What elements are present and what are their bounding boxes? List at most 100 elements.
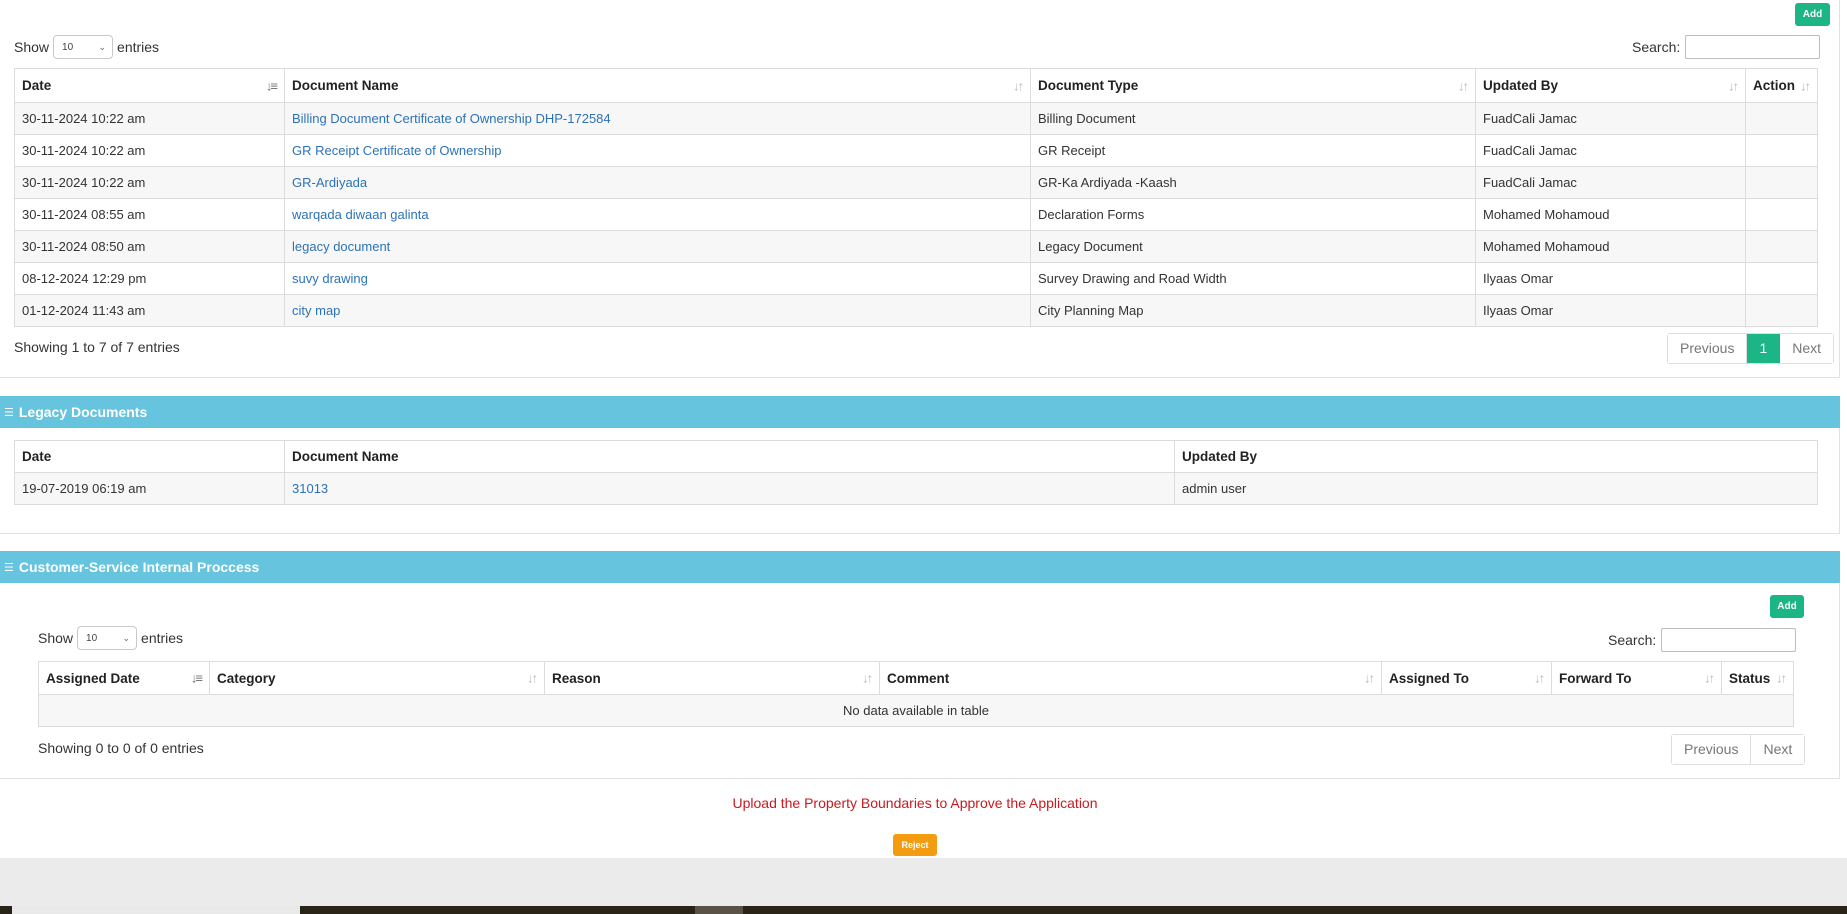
table-header-row: Date Document Name Updated By (14, 440, 1818, 473)
sort-icon: ↓↑ (1728, 78, 1739, 93)
table-row: 30-11-2024 08:55 am warqada diwaan galin… (14, 198, 1818, 231)
search-input[interactable] (1661, 628, 1797, 652)
cell-date: 30-11-2024 10:22 am (14, 102, 285, 135)
next-button[interactable]: Next (1751, 735, 1805, 764)
previous-button[interactable]: Previous (1672, 735, 1752, 764)
cell-action (1745, 166, 1818, 199)
previous-button[interactable]: Previous (1668, 334, 1748, 363)
page-size-select[interactable]: 10 ⌄ (53, 35, 114, 59)
add-process-button[interactable]: Add (1770, 595, 1804, 618)
list-icon: ☰ (4, 561, 14, 574)
column-header-action[interactable]: Action ↓↑ (1745, 68, 1818, 103)
column-header-updated-by: Updated By (1174, 440, 1818, 473)
column-header-updated-by[interactable]: Updated By ↓↑ (1475, 68, 1746, 103)
table-row: 08-12-2024 12:29 pm suvy drawing Survey … (14, 262, 1818, 295)
sort-icon: ↓↑ (1458, 78, 1469, 93)
sort-icon: ↓↑ (1013, 78, 1024, 93)
sort-icon: ↓↑ (1534, 670, 1545, 686)
cell-type: GR Receipt (1030, 134, 1476, 167)
document-link[interactable]: 31013 (292, 481, 328, 496)
sort-desc-icon: ↓≡ (190, 670, 203, 686)
table-header-row: Assigned Date ↓≡ Category ↓↑ Reason ↓↑ Comm… (38, 661, 1794, 695)
page-size-select[interactable]: 10 ⌄ (77, 626, 138, 650)
taskbar-item[interactable] (12, 906, 300, 914)
table-info: Showing 1 to 7 of 7 entries (14, 339, 180, 355)
next-button[interactable]: Next (1780, 334, 1834, 363)
cell-action (1745, 262, 1818, 295)
column-header-reason[interactable]: Reason ↓↑ (544, 661, 880, 695)
table-row: 30-11-2024 10:22 am GR Receipt Certifica… (14, 134, 1818, 167)
entries-label: entries (141, 630, 184, 646)
internal-process-panel: Add Show 10 ⌄ entries Search: Assigned D… (0, 583, 1840, 779)
cell-date: 30-11-2024 10:22 am (14, 134, 285, 167)
cell-updated-by: Mohamed Mohamoud (1475, 230, 1746, 263)
page-size-value: 10 (86, 632, 98, 644)
column-header-document-name[interactable]: Document Name ↓↑ (284, 68, 1031, 103)
pagination: Previous 1 Next (1667, 333, 1835, 364)
document-link[interactable]: suvy drawing (292, 271, 368, 286)
cell-updated-by: Mohamed Mohamoud (1475, 198, 1746, 231)
sort-icon: ↓↑ (1800, 78, 1811, 93)
search-input[interactable] (1685, 35, 1821, 59)
sort-icon: ↓↑ (527, 670, 538, 686)
approval-warning: Upload the Property Boundaries to Approv… (732, 795, 1098, 811)
column-header-assigned-date[interactable]: Assigned Date ↓≡ (38, 661, 210, 695)
table-row: 01-12-2024 11:43 am city map City Planni… (14, 294, 1818, 327)
cell-date: 30-11-2024 08:55 am (14, 198, 285, 231)
legacy-documents-panel: Date Document Name Updated By 19-07-2019… (0, 428, 1840, 534)
column-header-date: Date (14, 440, 285, 473)
cell-updated-by: admin user (1174, 472, 1818, 505)
page-size-control: Show 10 ⌄ entries (38, 626, 183, 650)
page-size-value: 10 (62, 41, 74, 53)
page-1-button[interactable]: 1 (1747, 334, 1781, 363)
cell-type: City Planning Map (1030, 294, 1476, 327)
column-header-date[interactable]: Date ↓≡ (14, 68, 285, 103)
column-header-comment[interactable]: Comment ↓↑ (879, 661, 1382, 695)
page-size-control: Show 10 ⌄ entries (14, 35, 159, 59)
column-header-assigned-to[interactable]: Assigned To ↓↑ (1381, 661, 1552, 695)
document-link[interactable]: city map (292, 303, 340, 318)
show-label: Show (14, 39, 50, 55)
column-header-forward-to[interactable]: Forward To ↓↑ (1551, 661, 1722, 695)
internal-process-title: Customer-Service Internal Proccess (18, 559, 260, 575)
column-header-status[interactable]: Status ↓↑ (1721, 661, 1794, 695)
cell-action (1745, 294, 1818, 327)
legacy-documents-title: Legacy Documents (18, 404, 148, 420)
entries-label: entries (117, 39, 160, 55)
table-row: 30-11-2024 10:22 am Billing Document Cer… (14, 102, 1818, 135)
cell-type: Survey Drawing and Road Width (1030, 262, 1476, 295)
documents-section: Add Show 10 ⌄ entries Search: Date ↓≡ Doc… (0, 0, 1840, 378)
add-document-button[interactable]: Add (1795, 3, 1830, 26)
cell-type: Legacy Document (1030, 230, 1476, 263)
search-label: Search: (1632, 39, 1681, 55)
taskbar-item[interactable] (695, 906, 743, 914)
document-link[interactable]: Billing Document Certificate of Ownershi… (292, 111, 611, 126)
list-icon: ☰ (4, 406, 14, 419)
document-link[interactable]: GR-Ardiyada (292, 175, 367, 190)
cell-type: Billing Document (1030, 102, 1476, 135)
cell-updated-by: Ilyaas Omar (1475, 294, 1746, 327)
cell-updated-by: FuadCali Jamac (1475, 134, 1746, 167)
cell-date: 01-12-2024 11:43 am (14, 294, 285, 327)
page-footer (0, 858, 1847, 906)
document-link[interactable]: legacy document (292, 239, 390, 254)
chevron-down-icon: ⌄ (98, 41, 107, 52)
sort-icon: ↓↑ (862, 670, 873, 686)
cell-updated-by: Ilyaas Omar (1475, 262, 1746, 295)
cell-action (1745, 134, 1818, 167)
internal-process-header: ☰ Customer-Service Internal Proccess (0, 551, 1840, 583)
reject-button[interactable]: Reject (893, 834, 937, 856)
sort-icon: ↓↑ (1364, 670, 1375, 686)
search-control: Search: (1632, 35, 1821, 59)
column-header-document-type[interactable]: Document Type ↓↑ (1030, 68, 1476, 103)
cell-action (1745, 198, 1818, 231)
document-link[interactable]: warqada diwaan galinta (292, 207, 429, 222)
show-label: Show (38, 630, 74, 646)
table-header-row: Date ↓≡ Document Name ↓↑ Document Type ↓↑ U… (14, 68, 1818, 103)
column-header-document-name: Document Name (284, 440, 1175, 473)
pagination: Previous Next (1671, 734, 1806, 765)
column-header-category[interactable]: Category ↓↑ (209, 661, 545, 695)
search-control: Search: (1608, 628, 1797, 652)
cell-type: Declaration Forms (1030, 198, 1476, 231)
document-link[interactable]: GR Receipt Certificate of Ownership (292, 143, 502, 158)
